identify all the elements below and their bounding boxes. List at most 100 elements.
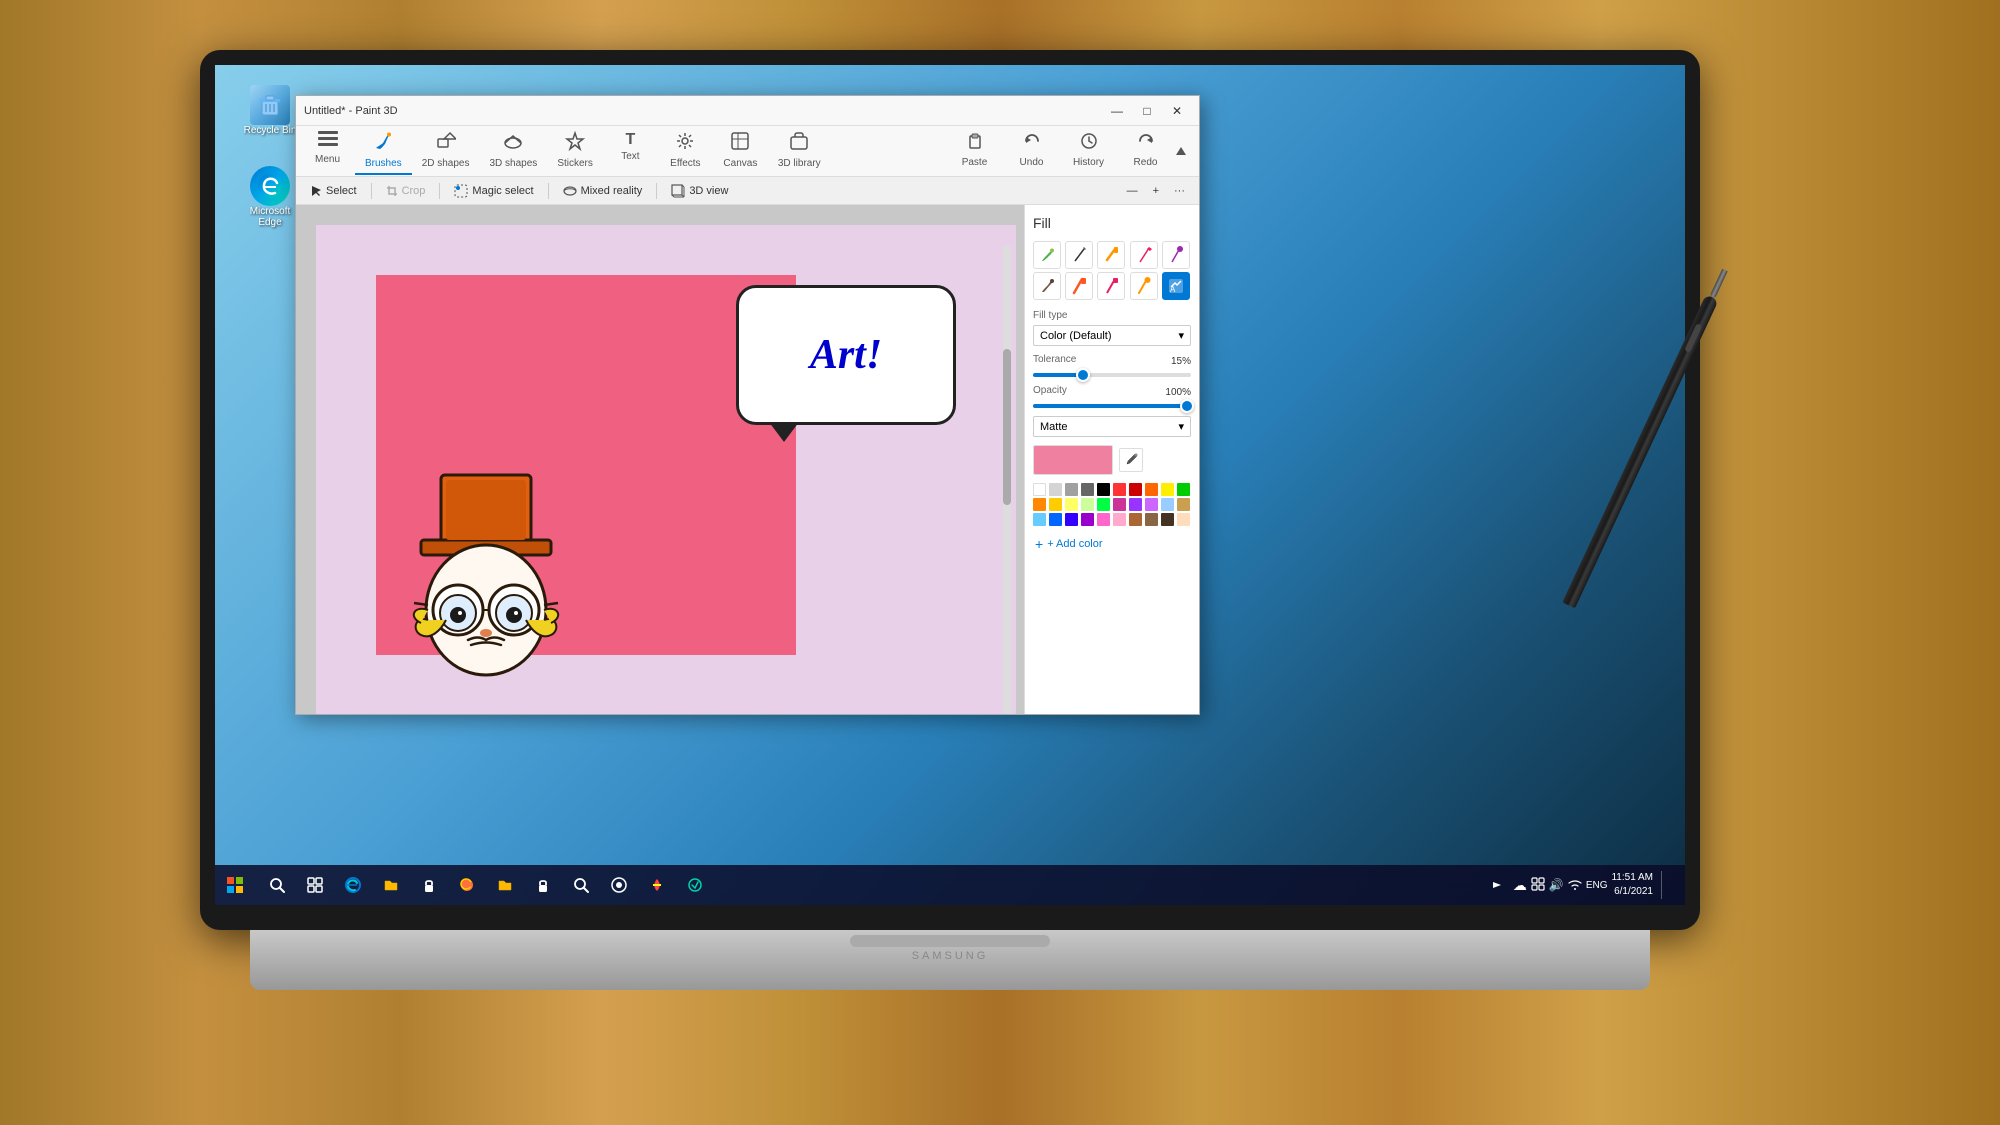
- tab-effects[interactable]: Effects: [658, 127, 713, 175]
- color-red[interactable]: [1113, 483, 1126, 496]
- tray-taskview2[interactable]: [1531, 877, 1545, 894]
- tab-stickers[interactable]: Stickers: [547, 127, 603, 175]
- redo-icon: [1137, 132, 1155, 155]
- color-verydarkbrown[interactable]: [1161, 513, 1174, 526]
- color-gray[interactable]: [1065, 483, 1078, 496]
- brush-item-10[interactable]: A: [1162, 272, 1190, 300]
- color-green[interactable]: [1177, 483, 1190, 496]
- color-pink[interactable]: [1113, 498, 1126, 511]
- color-lightyellow[interactable]: [1065, 498, 1078, 511]
- color-darkred[interactable]: [1129, 483, 1142, 496]
- brush-item-6[interactable]: [1033, 272, 1061, 300]
- canvas-vertical-scrollbar[interactable]: [1003, 245, 1011, 714]
- redo-action[interactable]: Redo: [1118, 128, 1173, 174]
- brush-item-7[interactable]: [1065, 272, 1093, 300]
- fill-type-label: Fill type: [1033, 310, 1191, 321]
- tab-3dlibrary[interactable]: 3D library: [768, 127, 831, 175]
- magic-select-tool[interactable]: Magic select: [448, 182, 539, 200]
- color-orange2[interactable]: [1033, 498, 1046, 511]
- tray-volume[interactable]: 🔊: [1549, 878, 1564, 892]
- brush-item-5[interactable]: [1162, 241, 1190, 269]
- mixed-reality-tool[interactable]: Mixed reality: [557, 182, 649, 200]
- brush-item-1[interactable]: [1033, 241, 1061, 269]
- color-darkblue[interactable]: [1065, 513, 1078, 526]
- color-amber[interactable]: [1049, 498, 1062, 511]
- tab-brushes[interactable]: Brushes: [355, 127, 412, 175]
- color-orange[interactable]: [1145, 483, 1158, 496]
- close-button[interactable]: ✕: [1163, 100, 1191, 122]
- paste-action[interactable]: Paste: [947, 128, 1002, 174]
- toolbar-more[interactable]: ···: [1168, 183, 1191, 199]
- taskbar-files[interactable]: [373, 867, 409, 903]
- opacity-slider[interactable]: [1033, 404, 1191, 408]
- color-blue[interactable]: [1049, 513, 1062, 526]
- color-lightgreen[interactable]: [1081, 498, 1094, 511]
- canvas-area[interactable]: Art!: [296, 205, 1024, 714]
- color-darkbrown[interactable]: [1145, 513, 1158, 526]
- taskbar-search2[interactable]: [563, 867, 599, 903]
- taskbar-cortana[interactable]: [601, 867, 637, 903]
- brush-item-2[interactable]: [1065, 241, 1093, 269]
- tab-menu[interactable]: Menu: [300, 127, 355, 175]
- color-black[interactable]: [1097, 483, 1110, 496]
- tray-onedrive[interactable]: ☁: [1513, 877, 1527, 894]
- color-lightblue[interactable]: [1161, 498, 1174, 511]
- toolbar-sep-1: [371, 183, 372, 199]
- taskbar-lock2[interactable]: [525, 867, 561, 903]
- color-tan[interactable]: [1177, 498, 1190, 511]
- brush-item-8[interactable]: [1097, 272, 1125, 300]
- color-lightgray[interactable]: [1049, 483, 1062, 496]
- color-brightgreen[interactable]: [1097, 498, 1110, 511]
- start-button[interactable]: [215, 865, 255, 905]
- taskbar-paint3d[interactable]: [639, 867, 675, 903]
- color-peach[interactable]: [1177, 513, 1190, 526]
- tab-3dshapes[interactable]: 3D shapes: [480, 127, 548, 175]
- color-skyblue[interactable]: [1033, 513, 1046, 526]
- eyedropper-button[interactable]: [1119, 448, 1143, 472]
- collapse-ribbon-button[interactable]: [1175, 137, 1193, 165]
- taskbar-lock[interactable]: [411, 867, 447, 903]
- color-hotpink[interactable]: [1097, 513, 1110, 526]
- select-tool[interactable]: Select: [304, 183, 363, 199]
- taskbar-search[interactable]: [259, 867, 295, 903]
- brush-item-9[interactable]: [1130, 272, 1158, 300]
- color-yellow[interactable]: [1161, 483, 1174, 496]
- toolbar-plus[interactable]: +: [1147, 183, 1165, 199]
- taskbar-files2[interactable]: [487, 867, 523, 903]
- add-color-button[interactable]: + + Add color: [1033, 534, 1191, 554]
- taskbar-edge[interactable]: [335, 867, 371, 903]
- maximize-button[interactable]: □: [1133, 100, 1161, 122]
- crop-tool[interactable]: Crop: [380, 183, 432, 199]
- tray-language[interactable]: ENG: [1586, 880, 1608, 891]
- current-color-swatch[interactable]: [1033, 445, 1113, 475]
- color-violet[interactable]: [1081, 513, 1094, 526]
- tolerance-slider[interactable]: [1033, 373, 1191, 377]
- history-action[interactable]: History: [1061, 128, 1116, 174]
- taskbar-taskview[interactable]: [297, 867, 333, 903]
- speech-bubble: Art!: [736, 285, 956, 425]
- color-brown[interactable]: [1129, 513, 1142, 526]
- brush-item-3[interactable]: [1097, 241, 1125, 269]
- toolbar-minus[interactable]: —: [1121, 183, 1144, 199]
- color-lightpink[interactable]: [1113, 513, 1126, 526]
- tab-text[interactable]: T Text: [603, 127, 658, 175]
- tab-canvas[interactable]: Canvas: [713, 127, 768, 175]
- brush-item-4[interactable]: [1130, 241, 1158, 269]
- finish-dropdown[interactable]: Matte ▾: [1033, 416, 1191, 437]
- color-lavender[interactable]: [1145, 498, 1158, 511]
- minimize-button[interactable]: —: [1103, 100, 1131, 122]
- color-white[interactable]: [1033, 483, 1046, 496]
- undo-action[interactable]: Undo: [1004, 128, 1059, 174]
- color-purple[interactable]: [1129, 498, 1142, 511]
- tray-chevron[interactable]: [1493, 877, 1509, 893]
- taskbar-firefox[interactable]: [449, 867, 485, 903]
- taskbar-clock[interactable]: 11:51 AM 6/1/2021: [1611, 871, 1653, 899]
- taskbar-app-extra[interactable]: [677, 867, 713, 903]
- taskbar-date-display: 6/1/2021: [1611, 885, 1653, 899]
- 3dview-tool[interactable]: 3D view: [665, 182, 734, 200]
- color-darkgray[interactable]: [1081, 483, 1094, 496]
- show-desktop-button[interactable]: [1657, 871, 1677, 899]
- tab-2dshapes[interactable]: 2D shapes: [412, 127, 480, 175]
- fill-type-dropdown[interactable]: Color (Default) ▾: [1033, 325, 1191, 346]
- tray-network[interactable]: [1568, 877, 1582, 894]
